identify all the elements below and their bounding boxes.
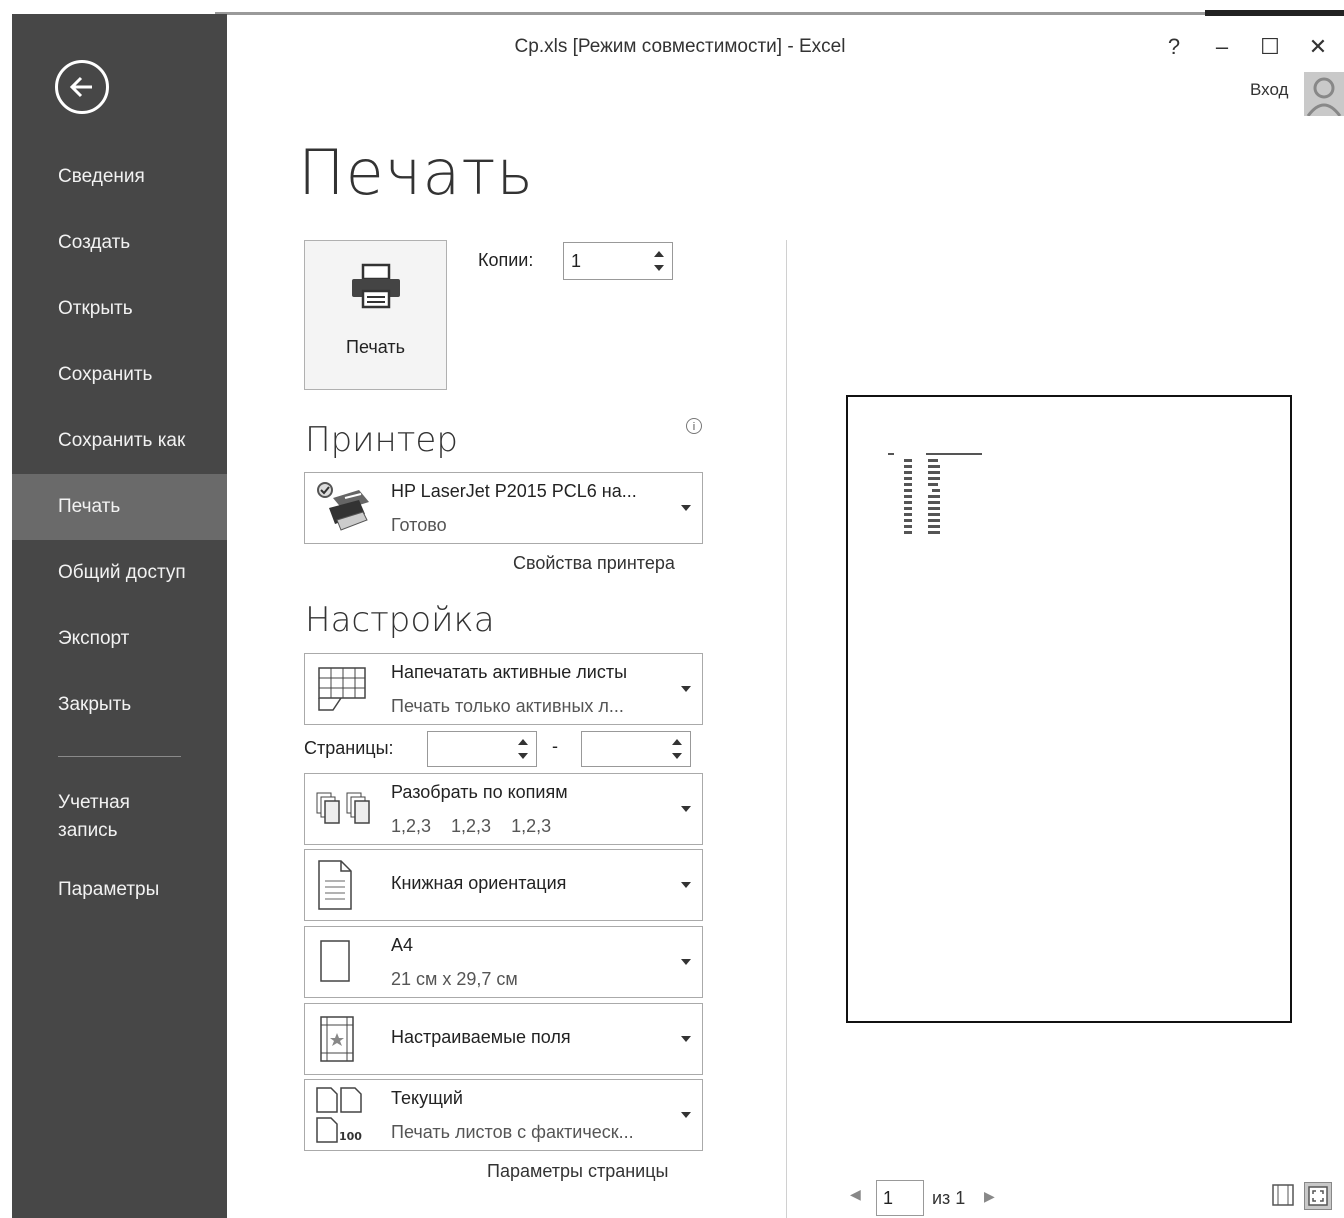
nav-save-as[interactable]: Сохранить как xyxy=(12,408,227,474)
paper-size-title: A4 xyxy=(391,935,414,955)
collate-icon xyxy=(316,792,370,824)
nav-save[interactable]: Сохранить xyxy=(12,342,227,408)
window-controls: ? – ☐ ✕ xyxy=(1150,32,1342,62)
nav-print[interactable]: Печать xyxy=(12,474,227,540)
pages-to-spinner[interactable] xyxy=(670,735,684,763)
arrow-left-icon xyxy=(69,76,92,98)
scaling-dropdown[interactable]: 100 Текущий Печать листов с фактическ... xyxy=(304,1079,703,1151)
zoom-to-page-button[interactable] xyxy=(1304,1182,1332,1210)
scaling-icon-text: 100 xyxy=(339,1130,362,1143)
nav-info[interactable]: Сведения xyxy=(12,144,227,210)
panel-divider xyxy=(786,240,787,1218)
copies-value: 1 xyxy=(571,251,582,271)
pages-from-spinner[interactable] xyxy=(516,735,530,763)
portrait-page-icon xyxy=(318,860,352,910)
chevron-down-icon xyxy=(681,1112,691,1118)
nav-new[interactable]: Создать xyxy=(12,210,227,276)
nav-options[interactable]: Параметры xyxy=(12,857,227,923)
back-button[interactable] xyxy=(55,60,109,114)
scaling-title: Текущий xyxy=(391,1088,463,1108)
prev-page-icon[interactable]: ◀ xyxy=(850,1186,861,1203)
printer-status: Готово xyxy=(391,515,447,535)
print-button[interactable]: Печать xyxy=(304,240,447,390)
chevron-down-icon xyxy=(681,882,691,888)
collate-title: Разобрать по копиям xyxy=(391,782,568,802)
print-preview-page xyxy=(846,395,1292,1023)
window-title: Ср.xls [Режим совместимости] - Excel xyxy=(514,36,846,57)
collate-subtitle: 1,2,3 1,2,3 1,2,3 xyxy=(391,816,552,836)
print-what-title: Напечатать активные листы xyxy=(391,662,628,682)
orientation-title: Книжная ориентация xyxy=(391,873,567,893)
avatar[interactable] xyxy=(1304,72,1344,116)
minimize-button[interactable]: – xyxy=(1198,32,1246,62)
settings-heading: Настройка xyxy=(305,600,495,640)
spinner-arrows-icon xyxy=(672,739,682,759)
current-page-value: 1 xyxy=(883,1188,894,1208)
nav-separator xyxy=(58,756,181,757)
chevron-down-icon xyxy=(681,686,691,692)
window-top-border xyxy=(0,0,1344,16)
page-setup-link[interactable]: Параметры страницы xyxy=(487,1161,668,1182)
collate-dropdown[interactable]: Разобрать по копиям 1,2,3 1,2,3 1,2,3 xyxy=(304,773,703,845)
maximize-button[interactable]: ☐ xyxy=(1246,32,1294,62)
copies-spinner[interactable] xyxy=(652,247,666,275)
nav-close[interactable]: Закрыть xyxy=(12,672,227,738)
info-icon[interactable]: i xyxy=(686,418,702,434)
orientation-dropdown[interactable]: Книжная ориентация xyxy=(304,849,703,921)
nav-export[interactable]: Экспорт xyxy=(12,606,227,672)
preview-content-thumbnail xyxy=(888,453,982,534)
pages-dash: - xyxy=(552,736,558,756)
close-button[interactable]: ✕ xyxy=(1294,32,1342,62)
copies-label: Копии: xyxy=(478,250,534,270)
paper-size-dropdown[interactable]: A4 21 см x 29,7 см xyxy=(304,926,703,998)
paper-size-icon xyxy=(320,940,350,982)
chevron-down-icon xyxy=(681,959,691,965)
margins-dropdown[interactable]: Настраиваемые поля xyxy=(304,1003,703,1075)
printer-dropdown[interactable]: HP LaserJet P2015 PCL6 на... Готово xyxy=(304,472,703,544)
margins-icon xyxy=(320,1016,354,1062)
printer-device-icon xyxy=(317,482,369,531)
nav-share[interactable]: Общий доступ xyxy=(12,540,227,606)
pages-from-input[interactable] xyxy=(427,731,537,767)
chevron-down-icon xyxy=(681,806,691,812)
backstage-nav: Сведения Создать Открыть Сохранить Сохра… xyxy=(12,144,227,923)
printer-properties-link[interactable]: Свойства принтера xyxy=(513,553,675,574)
user-icon xyxy=(1304,72,1344,116)
scaling-icon: 100 xyxy=(316,1087,362,1143)
spinner-arrows-icon xyxy=(654,251,664,271)
printer-icon xyxy=(352,263,400,309)
copies-stepper[interactable]: 1 xyxy=(563,242,673,280)
print-button-label: Печать xyxy=(346,337,405,357)
margins-title: Настраиваемые поля xyxy=(391,1027,571,1047)
show-margins-icon xyxy=(1272,1184,1294,1206)
paper-size-subtitle: 21 см x 29,7 см xyxy=(391,969,518,989)
page-title: Печать xyxy=(298,136,534,209)
nav-open[interactable]: Открыть xyxy=(12,276,227,342)
sheets-grid-icon xyxy=(318,667,366,711)
help-button[interactable]: ? xyxy=(1150,32,1198,62)
nav-account[interactable]: Учетная запись xyxy=(12,777,172,857)
chevron-down-icon xyxy=(681,1036,691,1042)
chevron-down-icon xyxy=(681,505,691,511)
zoom-to-page-icon xyxy=(1308,1186,1328,1206)
pages-label: Страницы: xyxy=(304,738,394,758)
printer-heading: Принтер xyxy=(305,420,458,460)
scaling-subtitle: Печать листов с фактическ... xyxy=(391,1122,634,1142)
top-border-line xyxy=(215,12,1215,15)
show-margins-button[interactable] xyxy=(1270,1182,1298,1210)
pages-to-input[interactable] xyxy=(581,731,691,767)
backstage-sidebar: Сведения Создать Открыть Сохранить Сохра… xyxy=(12,14,227,1218)
signin-link[interactable]: Вход xyxy=(1250,80,1288,100)
print-what-dropdown[interactable]: Напечатать активные листы Печать только … xyxy=(304,653,703,725)
next-page-icon[interactable]: ▶ xyxy=(984,1188,995,1205)
page-count-label: из 1 xyxy=(932,1188,966,1208)
spinner-arrows-icon xyxy=(518,739,528,759)
current-page-input[interactable]: 1 xyxy=(876,1180,924,1216)
print-what-subtitle: Печать только активных л... xyxy=(391,696,624,716)
top-border-dark xyxy=(1205,10,1344,16)
printer-name: HP LaserJet P2015 PCL6 на... xyxy=(391,481,637,501)
